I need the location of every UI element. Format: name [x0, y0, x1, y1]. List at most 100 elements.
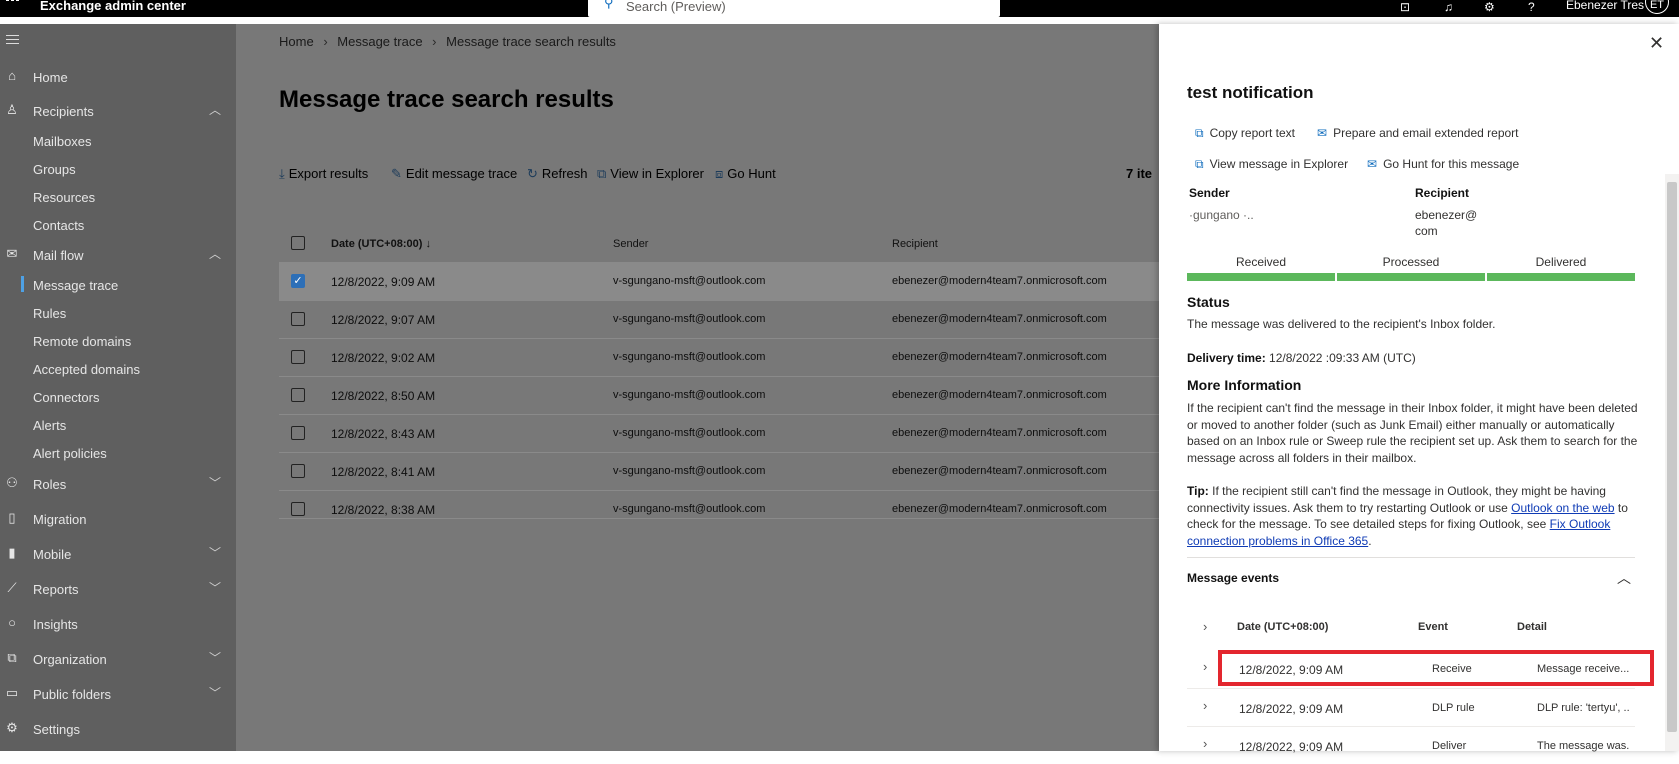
edit-label: Edit message trace	[405, 166, 518, 181]
refresh-button[interactable]: ↻ Refresh	[527, 166, 587, 182]
hamburger-icon[interactable]	[6, 35, 19, 47]
sidebar-item-reports[interactable]: ⟋ Reports ﹀	[0, 576, 236, 602]
view-in-explorer-button[interactable]: ⧉ View message in Explorer	[1195, 157, 1348, 172]
table-row[interactable]: 12/8/2022, 9:07 AM v-sgungano-msft@outlo…	[279, 300, 1159, 338]
table-row[interactable]: 12/8/2022, 8:41 AM v-sgungano-msft@outlo…	[279, 452, 1159, 490]
sidebar-item-roles[interactable]: ⚇ Roles ﹀	[0, 471, 236, 497]
view-in-explorer-button[interactable]: ⧉ View in Explorer	[597, 166, 704, 182]
row-checkbox[interactable]: ✓	[291, 274, 305, 288]
search-input[interactable]: ⚲ Search (Preview)	[588, 0, 1000, 17]
outlook-web-link[interactable]: Outlook on the web	[1511, 501, 1614, 515]
sidebar-item-accepted-domains[interactable]: Accepted domains	[0, 356, 236, 382]
event-column-event[interactable]: Event	[1418, 621, 1448, 633]
row-checkbox[interactable]	[291, 464, 305, 478]
page-title: Message trace search results	[279, 86, 614, 113]
app-launcher-icon[interactable]	[6, 0, 20, 10]
progress-processed: Processed	[1337, 253, 1485, 281]
main-content: Home › Message trace › Message trace sea…	[236, 24, 1159, 751]
sidebar-item-mailboxes[interactable]: Mailboxes	[0, 128, 236, 154]
events-table-header: › Date (UTC+08:00) Event Detail	[1187, 609, 1635, 647]
sidebar-item-contacts[interactable]: Contacts	[0, 212, 236, 238]
row-checkbox[interactable]	[291, 502, 305, 516]
sidebar-item-rules[interactable]: Rules	[0, 300, 236, 326]
row-checkbox[interactable]	[291, 426, 305, 440]
delivery-progress: Received Processed Delivered	[1187, 253, 1635, 281]
chevron-up-icon[interactable]: ︿	[1617, 568, 1631, 588]
sidebar-item-mobile[interactable]: ▮ Mobile ﹀	[0, 541, 236, 567]
column-recipient[interactable]: Recipient	[892, 238, 938, 250]
table-row[interactable]: 12/8/2022, 8:50 AM v-sgungano-msft@outlo…	[279, 376, 1159, 414]
sidebar-item-organization[interactable]: ⧉ Organization ﹀	[0, 646, 236, 672]
export-results-button[interactable]: ⤓ Export results	[279, 166, 368, 182]
copy-report-text-button[interactable]: ⧉ Copy report text	[1195, 126, 1295, 141]
active-indicator	[21, 276, 24, 292]
search-placeholder: Search (Preview)	[626, 0, 726, 14]
close-icon[interactable]: ✕	[1649, 33, 1664, 54]
avatar[interactable]: ET	[1645, 0, 1669, 14]
sidebar-item-remote-domains[interactable]: Remote domains	[0, 328, 236, 354]
column-date[interactable]: Date (UTC+08:00) ↓	[331, 238, 431, 250]
row-date: 12/8/2022, 8:50 AM	[331, 389, 436, 403]
bell-icon[interactable]: ♫	[1444, 0, 1453, 14]
sidebar-item-groups[interactable]: Groups	[0, 156, 236, 182]
row-checkbox[interactable]	[291, 350, 305, 364]
chevron-down-icon: ﹀	[209, 651, 222, 665]
email-extended-report-button[interactable]: ✉ Prepare and email extended report	[1317, 126, 1519, 140]
go-hunt-button[interactable]: ⧈ Go Hunt	[715, 166, 776, 182]
help-icon[interactable]: ?	[1528, 0, 1535, 14]
progress-bar	[1337, 273, 1485, 281]
sidebar-item-recipients[interactable]: ♙ Recipients ︿	[0, 98, 236, 124]
event-column-detail[interactable]: Detail	[1517, 621, 1547, 633]
sidebar-item-resources[interactable]: Resources	[0, 184, 236, 210]
table-row[interactable]: 12/8/2022, 8:43 AM v-sgungano-msft@outlo…	[279, 414, 1159, 452]
bulb-icon: ○	[8, 615, 16, 630]
sidebar-item-home[interactable]: ⌂ Home	[0, 64, 236, 90]
select-all-checkbox[interactable]	[291, 236, 305, 250]
sidebar-item-message-trace[interactable]: Message trace	[0, 272, 236, 298]
chevron-right-icon[interactable]: ›	[1203, 659, 1207, 674]
column-sender[interactable]: Sender	[613, 238, 648, 250]
sidebar-item-label: Mail flow	[33, 248, 84, 263]
event-column-date[interactable]: Date (UTC+08:00)	[1237, 621, 1328, 633]
explorer-icon: ⧉	[597, 166, 607, 181]
hunt-icon: ✉	[1367, 157, 1378, 171]
event-row[interactable]: › 12/8/2022, 9:09 AM DLP rule DLP rule: …	[1187, 688, 1635, 726]
row-checkbox[interactable]	[291, 312, 305, 326]
breadcrumb-home[interactable]: Home	[279, 34, 314, 49]
gear-icon[interactable]: ⚙	[1484, 0, 1495, 14]
sidebar-item-public-folders[interactable]: ▭ Public folders ﹀	[0, 681, 236, 707]
sidebar-item-migration[interactable]: ▯ Migration	[0, 506, 236, 532]
edit-message-trace-button[interactable]: ✎ Edit message trace	[391, 166, 517, 182]
tip-text: Tip: If the recipient still can't find t…	[1187, 483, 1647, 549]
person-icon: ♙	[6, 102, 18, 117]
table-row[interactable]: 12/8/2022, 9:02 AM v-sgungano-msft@outlo…	[279, 338, 1159, 376]
sidebar-item-label: Message trace	[33, 278, 119, 293]
expand-all-icon[interactable]: ›	[1203, 619, 1207, 634]
sidebar-item-insights[interactable]: ○ Insights	[0, 611, 236, 637]
breadcrumb-message-trace[interactable]: Message trace	[337, 34, 422, 49]
chevron-right-icon[interactable]: ›	[1203, 736, 1207, 751]
chevron-right-icon[interactable]: ›	[1203, 698, 1207, 713]
sidebar-item-label: Home	[33, 70, 68, 85]
sidebar-item-alert-policies[interactable]: Alert policies	[0, 440, 236, 466]
row-date: 12/8/2022, 8:41 AM	[331, 465, 436, 479]
scrollbar-thumb[interactable]	[1667, 182, 1677, 732]
message-events-header[interactable]: Message events ︿	[1187, 568, 1635, 592]
sidebar-item-connectors[interactable]: Connectors	[0, 384, 236, 410]
sidebar-item-mail-flow[interactable]: ✉ Mail flow ︿	[0, 242, 236, 268]
sidebar-item-settings[interactable]: ⚙ Settings	[0, 716, 236, 742]
row-checkbox[interactable]	[291, 388, 305, 402]
sidebar-item-label: Alert policies	[33, 446, 107, 461]
sidebar-item-alerts[interactable]: Alerts	[0, 412, 236, 438]
table-row[interactable]: 12/8/2022, 8:38 AM v-sgungano-msft@outlo…	[279, 490, 1159, 528]
user-name[interactable]: Ebenezer Tres	[1566, 0, 1644, 12]
row-sender: v-sgungano-msft@outlook.com	[613, 427, 766, 439]
table-row[interactable]: ✓ 12/8/2022, 9:09 AM v-sgungano-msft@out…	[279, 262, 1159, 300]
chart-icon: ⟋	[7, 580, 17, 595]
row-date: 12/8/2022, 9:07 AM	[331, 313, 436, 327]
event-row[interactable]: › 12/8/2022, 9:09 AM Deliver The message…	[1187, 726, 1635, 764]
go-hunt-message-button[interactable]: ✉ Go Hunt for this message	[1367, 157, 1519, 171]
terminal-icon[interactable]: ⊡	[1400, 0, 1410, 14]
export-label: Export results	[288, 166, 369, 181]
sidebar-item-label: Insights	[33, 617, 78, 632]
